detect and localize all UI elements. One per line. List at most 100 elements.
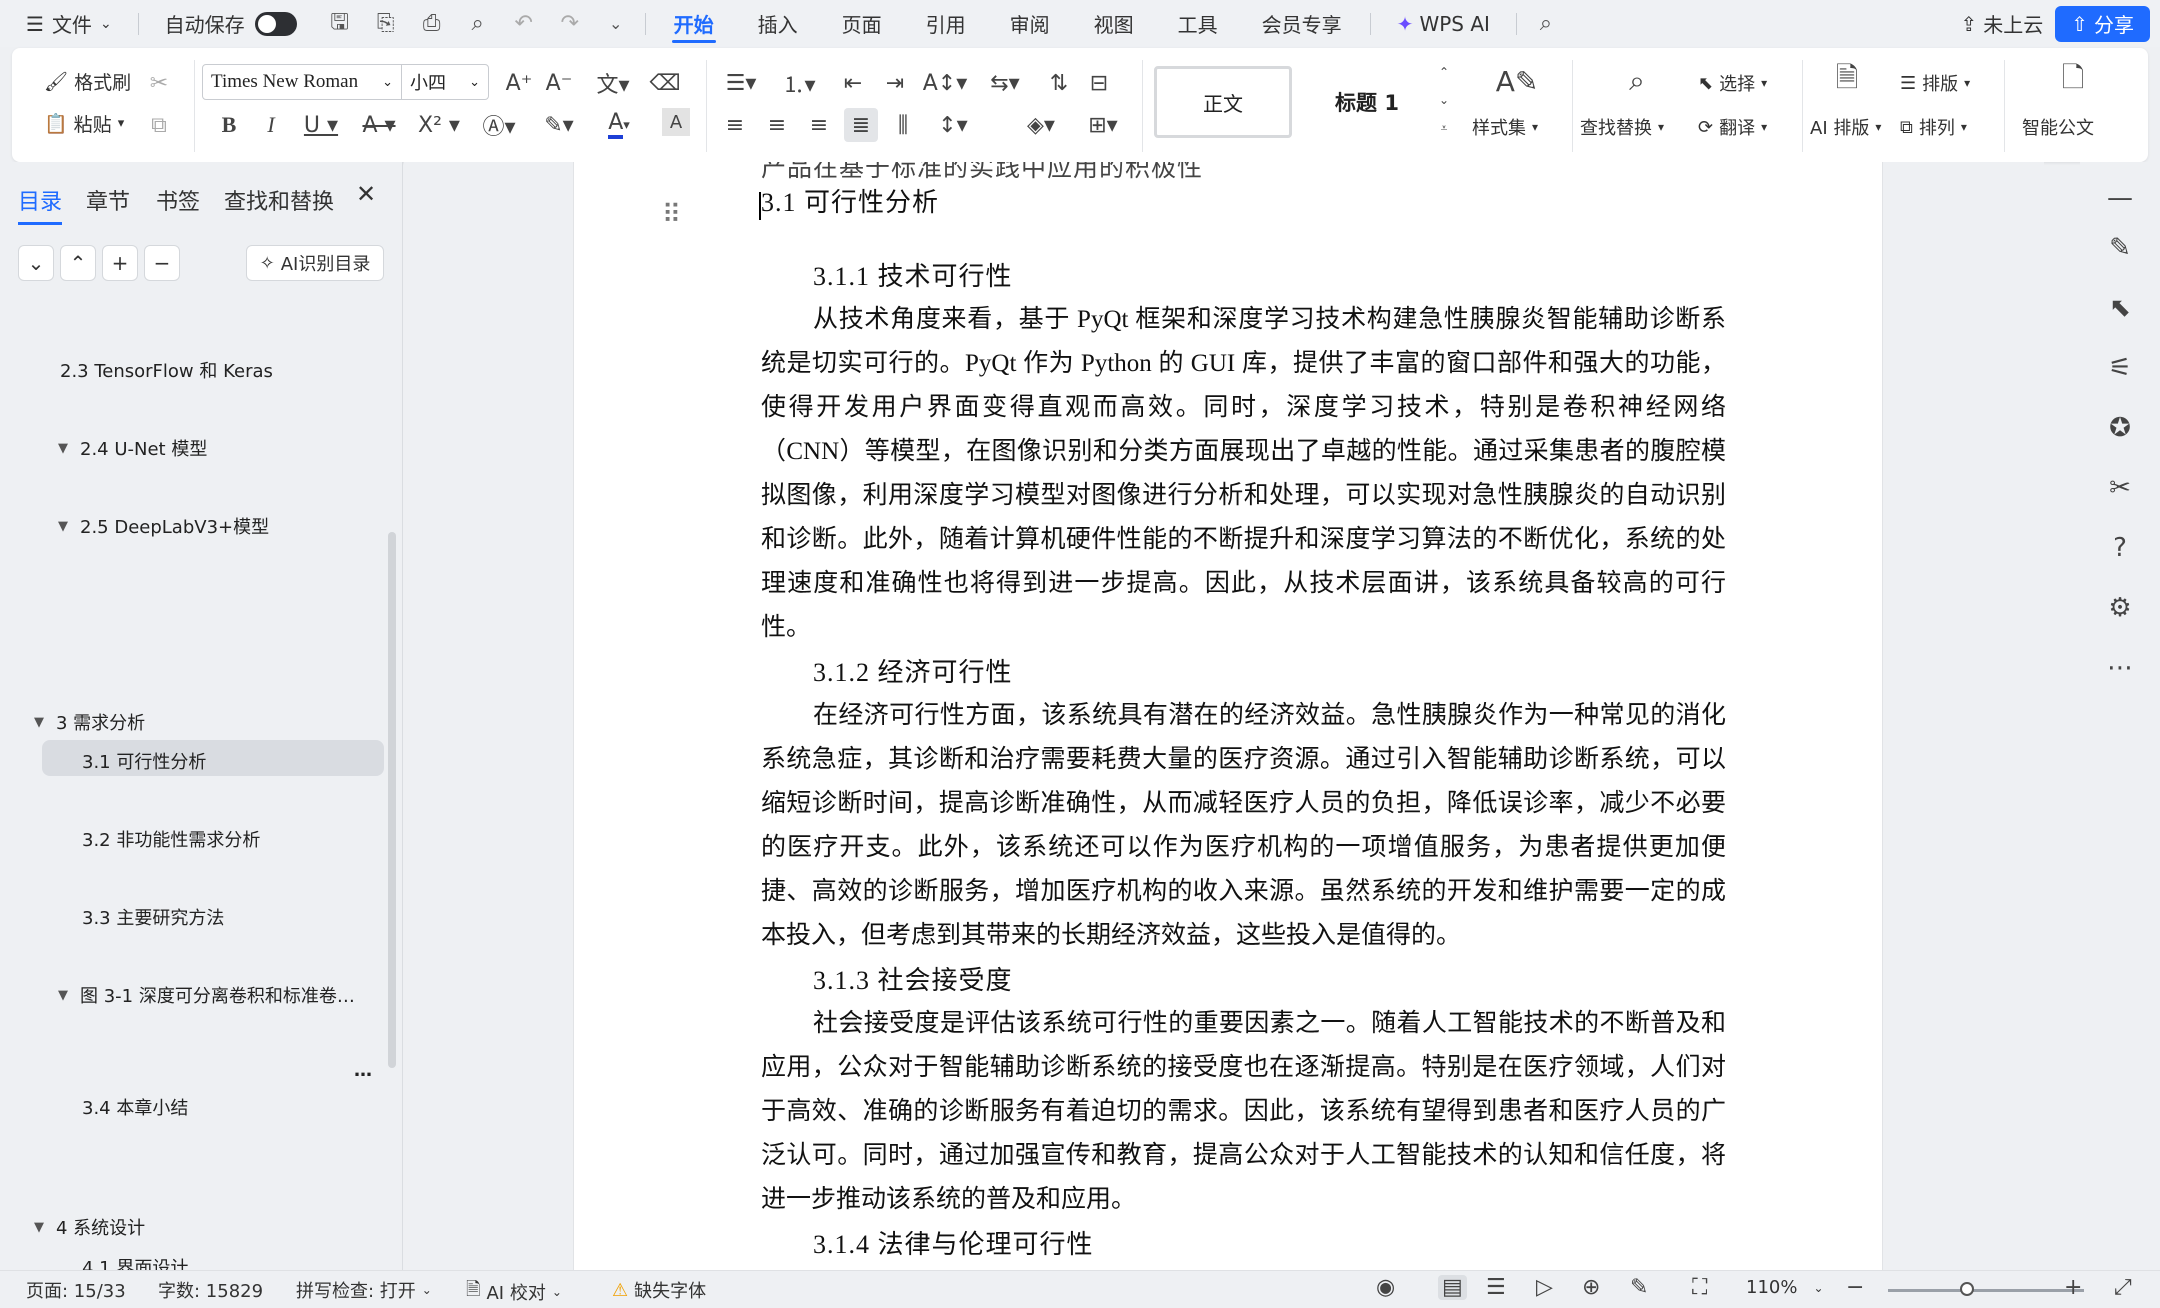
line-convert-icon[interactable]: ⇆▾	[982, 66, 1028, 100]
char-shading-icon[interactable]: A	[662, 108, 690, 136]
play-icon[interactable]: ▷	[1536, 1275, 1553, 1300]
shrink-font-icon[interactable]: A⁻	[542, 66, 576, 100]
zoom-in-icon[interactable]: +	[2064, 1275, 2082, 1300]
text-direction-icon[interactable]: A↕▾	[922, 66, 968, 100]
move-up-button[interactable]: ⌃	[60, 245, 96, 281]
close-icon[interactable]: ✕	[356, 180, 376, 208]
shading-icon[interactable]: ◈▾	[1018, 108, 1064, 142]
pointer-icon[interactable]: ⬉	[2102, 290, 2138, 326]
styles-scroll-up-icon[interactable]: ⌃	[1434, 62, 1454, 82]
redo-icon[interactable]: ↷	[547, 0, 593, 47]
find-icon[interactable]: ⌕	[1620, 64, 1654, 98]
smart-doc-button[interactable]: 智能公文	[2022, 114, 2094, 140]
ai-layout-button[interactable]: AI 排版 ▾	[1810, 114, 1881, 140]
page-indicator[interactable]: 页面: 15/33	[26, 1277, 126, 1303]
fullscreen-icon[interactable]: ⤢	[2114, 1275, 2132, 1300]
toc-item-active[interactable]: 3.1 可行性分析	[82, 748, 206, 774]
smart-doc-icon[interactable]: 🗋	[2056, 61, 2090, 98]
tab-references[interactable]: 引用	[904, 0, 988, 47]
line-spacing-icon[interactable]: ↕▾	[930, 108, 976, 142]
undo-icon[interactable]: ↶	[501, 0, 547, 47]
more-icon[interactable]: ⋯	[2102, 650, 2138, 686]
tab-chapters[interactable]: 章节	[86, 184, 130, 216]
highlight-icon[interactable]: ✎▾	[536, 108, 582, 142]
collapse-rail-icon[interactable]: —	[2102, 180, 2138, 216]
decrease-indent-icon[interactable]: ⇤	[836, 66, 870, 100]
tab-member[interactable]: 会员专享	[1240, 0, 1364, 47]
align-center-icon[interactable]: ≡	[760, 108, 794, 142]
fit-page-icon[interactable]: ⛶	[1692, 1275, 1707, 1300]
translate-button[interactable]: ⟳ 翻译 ▾	[1698, 114, 1767, 140]
add-heading-button[interactable]: +	[102, 245, 138, 281]
distribute-icon[interactable]: ⫼	[886, 108, 920, 142]
font-family-select[interactable]: Times New Roman ⌄	[202, 64, 402, 100]
tab-bookmarks[interactable]: 书签	[156, 184, 200, 216]
toggle-switch[interactable]	[254, 11, 297, 36]
table-tools-icon[interactable]: ⊟	[1082, 66, 1116, 100]
search-icon[interactable]: ⌕	[1523, 0, 1569, 47]
triangle-down-icon[interactable]: ▼	[34, 1220, 56, 1235]
font-color-icon[interactable]: A ▾	[596, 108, 642, 142]
toc-item[interactable]: 2.3 TensorFlow 和 Keras	[60, 357, 273, 383]
word-count[interactable]: 字数: 15829	[158, 1277, 263, 1303]
style-heading-1[interactable]: 标题 1	[1302, 66, 1432, 138]
page-view-icon[interactable]: ▤	[1438, 1275, 1467, 1300]
toc-item[interactable]: ▼ 2.4 U-Net 模型	[58, 435, 207, 461]
tab-find-replace[interactable]: 查找和替换	[224, 184, 334, 216]
italic-icon[interactable]: I	[254, 108, 288, 142]
bold-icon[interactable]: B	[212, 108, 246, 142]
wps-ai-button[interactable]: ✦ WPS AI	[1377, 0, 1510, 47]
spell-check-toggle[interactable]: 拼写检查: 打开 ⌄	[296, 1277, 432, 1303]
more-quick-icon[interactable]: ⌄	[593, 0, 639, 47]
print-preview-icon[interactable]: ⌕	[455, 0, 501, 47]
share-button[interactable]: ⇧ 分享	[2055, 5, 2150, 42]
tab-home[interactable]: 开始	[652, 0, 736, 47]
pen-mode-icon[interactable]: ✎	[1630, 1275, 1648, 1300]
plugin-icon[interactable]: ⚙	[2102, 590, 2138, 626]
bullet-list-icon[interactable]: ☰▾	[718, 66, 764, 100]
triangle-down-icon[interactable]: ▼	[58, 988, 80, 1003]
help-icon[interactable]: ?	[2102, 530, 2138, 566]
style-set-icon[interactable]: A✎	[1496, 64, 1539, 98]
copy-icon[interactable]: ⧉	[142, 108, 176, 142]
align-justify-icon[interactable]: ≣	[844, 108, 878, 142]
layout-button[interactable]: ☰ 排版 ▾	[1900, 70, 1970, 96]
style-set-button[interactable]: 样式集 ▾	[1472, 114, 1538, 140]
font-size-select[interactable]: 小四 ⌄	[401, 64, 489, 100]
styles-expand-icon[interactable]: ⩡	[1434, 118, 1454, 138]
numbered-list-icon[interactable]: ⒈▾	[776, 66, 822, 100]
save-icon[interactable]: 🖫	[317, 0, 363, 47]
style-normal[interactable]: 正文	[1154, 66, 1292, 138]
grow-font-icon[interactable]: A⁺	[502, 66, 536, 100]
increase-indent-icon[interactable]: ⇥	[878, 66, 912, 100]
toc-item[interactable]: ▼ 2.5 DeepLabV3+模型	[58, 513, 269, 539]
triangle-down-icon[interactable]: ▼	[34, 715, 56, 730]
zoom-slider-handle[interactable]	[1960, 1282, 1974, 1296]
toc-more-ellipsis[interactable]: …	[354, 1060, 372, 1081]
tab-page[interactable]: 页面	[820, 0, 904, 47]
styles-scroll-down-icon[interactable]: ⌄	[1434, 90, 1454, 110]
tab-tools[interactable]: 工具	[1156, 0, 1240, 47]
zoom-out-icon[interactable]: −	[1846, 1275, 1864, 1300]
triangle-down-icon[interactable]: ▼	[58, 441, 80, 456]
strikethrough-icon[interactable]: A ▾	[356, 108, 402, 142]
toc-item[interactable]: 3.2 非功能性需求分析	[82, 826, 260, 852]
file-menu[interactable]: ☰ 文件 ⌄	[0, 0, 132, 47]
phonetic-guide-icon[interactable]: ⽂▾	[588, 66, 638, 100]
toc-item[interactable]: ▼ 图 3-1 深度可分离卷积和标准卷…	[58, 982, 355, 1008]
ai-proofread-button[interactable]: 🗎 AI 校对 ⌄	[466, 1277, 562, 1307]
sort-icon[interactable]: ⇅	[1042, 66, 1076, 100]
ai-assistant-icon[interactable]: ✪	[2102, 410, 2138, 446]
collapse-all-button[interactable]: ⌄	[18, 245, 54, 281]
text-effect-icon[interactable]: Ⓐ▾	[476, 108, 522, 142]
tools-icon[interactable]: ✂	[2102, 470, 2138, 506]
missing-font-warning[interactable]: ⚠ 缺失字体	[612, 1277, 706, 1303]
ai-toc-button[interactable]: ✧ AI识别目录	[246, 245, 384, 281]
align-right-icon[interactable]: ≡	[802, 108, 836, 142]
toc-item[interactable]: 3.4 本章小结	[82, 1094, 188, 1120]
tab-review[interactable]: 审阅	[988, 0, 1072, 47]
align-left-icon[interactable]: ≡	[718, 108, 752, 142]
document-page[interactable]: ⠿ 产品在基于标准的实践中应用的积极性 3.1 可行性分析 3.1.1 技术可行…	[573, 162, 1883, 1270]
find-replace-button[interactable]: 查找替换 ▾	[1580, 114, 1664, 140]
toc-scrollbar[interactable]	[388, 532, 396, 1068]
